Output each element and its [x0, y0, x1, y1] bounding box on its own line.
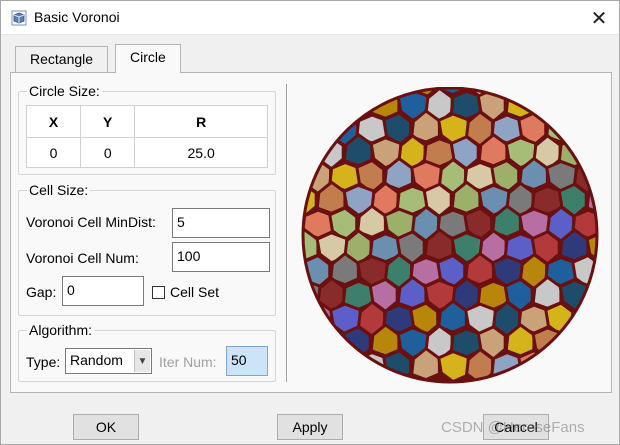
voronoi-cell — [517, 88, 550, 98]
tab-circle[interactable]: Circle — [115, 44, 181, 73]
cell-set-label: Cell Set — [170, 284, 220, 300]
voronoi-cell — [602, 112, 603, 146]
voronoi-cell — [559, 324, 589, 362]
voronoi-cell — [329, 88, 362, 99]
type-select[interactable]: Random ▼ — [65, 348, 152, 374]
voronoi-cell — [572, 112, 597, 146]
header-r: R — [134, 105, 268, 138]
algorithm-legend: Algorithm: — [29, 322, 93, 338]
voronoi-cell — [303, 88, 319, 125]
ok-button[interactable]: OK — [73, 414, 139, 440]
voronoi-cell — [314, 89, 348, 121]
voronoi-cell — [303, 109, 306, 144]
chevron-down-icon: ▼ — [134, 350, 150, 372]
circle-size-value-row: 0 0 25.0 — [25, 137, 268, 168]
type-label: Type: — [26, 354, 61, 370]
value-r[interactable]: 25.0 — [134, 137, 268, 168]
voronoi-cell — [584, 327, 597, 359]
voronoi-cell — [572, 349, 597, 382]
voronoi-cell — [600, 163, 603, 191]
voronoi-cell — [601, 304, 603, 334]
voronoi-cell — [303, 137, 321, 169]
voronoi-cell — [303, 112, 335, 146]
voronoi-cell — [303, 88, 333, 97]
iter-num-input[interactable]: 50 — [226, 346, 268, 376]
cell-size-legend: Cell Size: — [29, 182, 89, 198]
voronoi-cell — [600, 208, 603, 240]
cell-set-checkbox[interactable] — [152, 286, 165, 299]
voronoi-cell — [303, 324, 319, 362]
min-dist-label: Voronoi Cell MinDist: — [26, 214, 156, 230]
voronoi-cell — [584, 135, 597, 171]
app-icon — [11, 10, 27, 26]
title-bar: Basic Voronoi ✕ — [1, 1, 619, 35]
dialog-window: Basic Voronoi ✕ Rectangle Circle Circle … — [0, 0, 620, 445]
cell-num-label: Voronoi Cell Num: — [26, 250, 139, 266]
value-y[interactable]: 0 — [80, 137, 136, 168]
voronoi-cell — [559, 88, 589, 125]
apply-button[interactable]: Apply — [277, 414, 343, 440]
voronoi-cell — [303, 301, 305, 338]
tab-rectangle[interactable]: Rectangle — [15, 46, 109, 72]
voronoi-cell — [584, 89, 597, 121]
watermark-text: CSDN @HeroseFans — [441, 419, 585, 436]
voronoi-cell — [303, 159, 308, 194]
type-select-value: Random — [70, 352, 123, 368]
cell-num-input[interactable]: 100 — [172, 242, 270, 272]
circle-size-legend: Circle Size: — [29, 83, 100, 99]
voronoi-cell — [544, 88, 575, 100]
voronoi-cell — [602, 350, 603, 384]
voronoi-cell — [303, 88, 305, 100]
voronoi-cell — [303, 346, 306, 382]
voronoi-cell — [357, 88, 387, 101]
voronoi-cell — [601, 254, 603, 285]
header-x: X — [25, 105, 82, 138]
panel-separator — [286, 84, 288, 382]
voronoi-cell — [601, 87, 603, 97]
circle-size-header-row: X Y R — [25, 105, 268, 138]
voronoi-cell — [545, 346, 576, 382]
voronoi-cell — [572, 88, 597, 97]
voronoi-cell — [330, 347, 360, 382]
header-y: Y — [80, 105, 136, 138]
min-dist-input[interactable]: 5 — [172, 208, 270, 238]
window-title: Basic Voronoi — [34, 9, 120, 25]
gap-label: Gap: — [26, 284, 57, 300]
voronoi-cell — [303, 349, 335, 382]
gap-input[interactable]: 0 — [62, 276, 144, 306]
value-x[interactable]: 0 — [25, 137, 82, 168]
voronoi-preview — [301, 87, 603, 384]
circle-size-table: X Y R 0 0 25.0 — [25, 105, 268, 168]
close-button[interactable]: ✕ — [585, 5, 613, 31]
iter-num-label: Iter Num: — [159, 354, 217, 370]
close-icon: ✕ — [590, 7, 608, 30]
